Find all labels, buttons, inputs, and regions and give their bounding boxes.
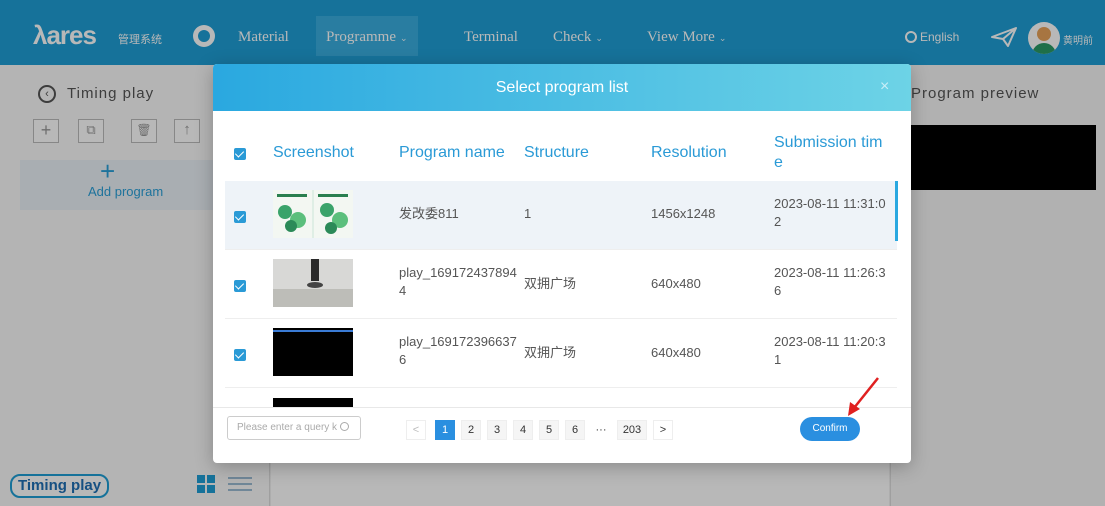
program-name: 发改委811	[399, 206, 459, 221]
confirm-button[interactable]: Confirm	[800, 417, 860, 441]
pagination-page[interactable]: 5	[539, 420, 559, 440]
submission-time: 2023-08-11 11:31:0 2	[774, 196, 886, 229]
select-all-checkbox[interactable]	[234, 148, 246, 160]
table-row[interactable]: play_169172396637 6 双拥广场 640x480 2023-08-…	[225, 319, 897, 388]
program-structure: 双拥广场	[524, 276, 577, 291]
submission-time: 2023-08-11 11:26:3 6	[774, 265, 886, 298]
pagination-ellipsis[interactable]: ···	[591, 420, 611, 440]
pagination-page[interactable]: 2	[461, 420, 481, 440]
search-placeholder: Please enter a query k	[237, 422, 338, 433]
program-thumbnail	[273, 328, 353, 376]
program-resolution: 1456x1248	[651, 206, 716, 221]
submission-time: 2023-08-11 11:20:3 1	[774, 334, 886, 367]
table-row[interactable]	[225, 388, 897, 407]
table-header: Screenshot Program name Structure Resolu…	[213, 111, 911, 181]
dialog-title: Select program list	[495, 79, 629, 96]
pagination-page[interactable]: 3	[487, 420, 507, 440]
close-icon[interactable]: ×	[880, 78, 889, 96]
divider	[213, 407, 911, 408]
dialog-header: Select program list ×	[213, 64, 911, 111]
pagination-page[interactable]: 6	[565, 420, 585, 440]
column-resolution: Resolution	[651, 144, 727, 161]
column-screenshot: Screenshot	[273, 144, 354, 161]
column-submission-time: Submission tim e	[774, 134, 883, 171]
column-program-name: Program name	[399, 144, 505, 161]
pagination-page[interactable]: 1	[435, 420, 455, 440]
program-name: play_169172396637 6	[399, 334, 517, 367]
pagination-page-last[interactable]: 203	[617, 420, 647, 440]
table-row[interactable]: 发改委811 1 1456x1248 2023-08-11 11:31:0 2	[225, 181, 897, 250]
program-thumbnail	[273, 398, 353, 407]
row-checkbox[interactable]	[234, 349, 246, 361]
program-resolution: 640x480	[651, 345, 701, 360]
row-checkbox[interactable]	[234, 211, 246, 223]
table-row[interactable]: play_169172437894 4 双拥广场 640x480 2023-08-…	[225, 250, 897, 319]
pagination-prev[interactable]: <	[406, 420, 426, 440]
program-structure: 1	[524, 206, 532, 221]
arrow-annotation-icon	[848, 377, 879, 416]
column-structure: Structure	[524, 144, 589, 161]
pagination-next[interactable]: >	[653, 420, 673, 440]
program-thumbnail	[273, 259, 353, 307]
program-thumbnail	[273, 190, 353, 238]
search-input[interactable]: Please enter a query k	[227, 416, 361, 440]
table-scrollbar[interactable]	[895, 181, 898, 241]
search-icon[interactable]	[340, 422, 349, 431]
pagination-page[interactable]: 4	[513, 420, 533, 440]
program-name: play_169172437894 4	[399, 265, 517, 298]
select-program-dialog: Select program list × Screenshot Program…	[213, 64, 911, 463]
program-resolution: 640x480	[651, 276, 701, 291]
row-checkbox[interactable]	[234, 280, 246, 292]
program-structure: 双拥广场	[524, 345, 577, 360]
